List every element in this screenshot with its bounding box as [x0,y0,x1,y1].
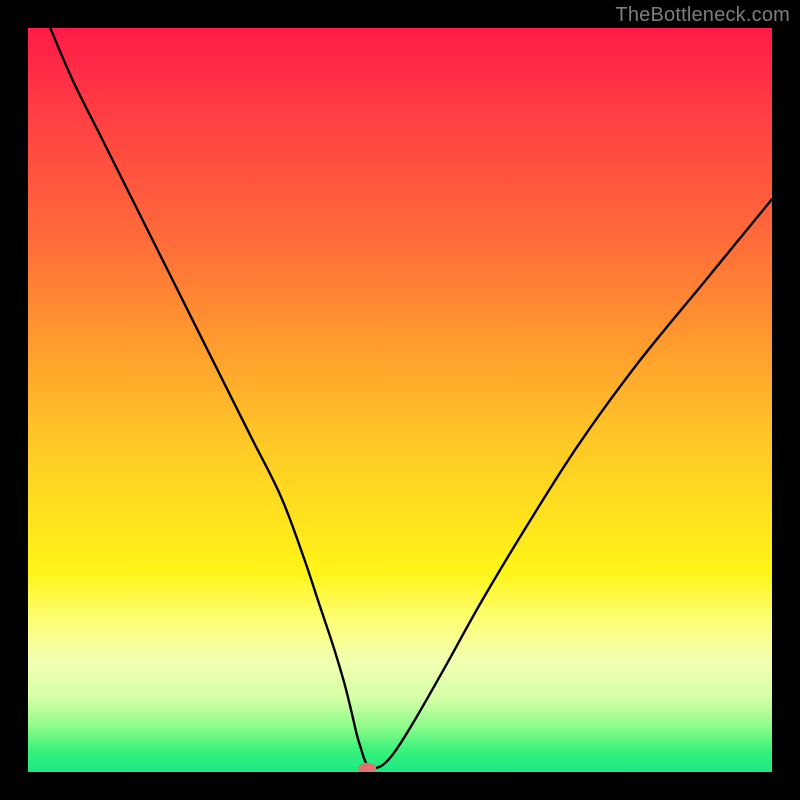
optimum-marker [358,763,376,772]
plot-area [28,28,772,772]
curve-layer [28,28,772,772]
watermark-text: TheBottleneck.com [615,4,790,27]
chart-container: TheBottleneck.com [0,0,800,800]
bottleneck-curve [50,28,772,768]
